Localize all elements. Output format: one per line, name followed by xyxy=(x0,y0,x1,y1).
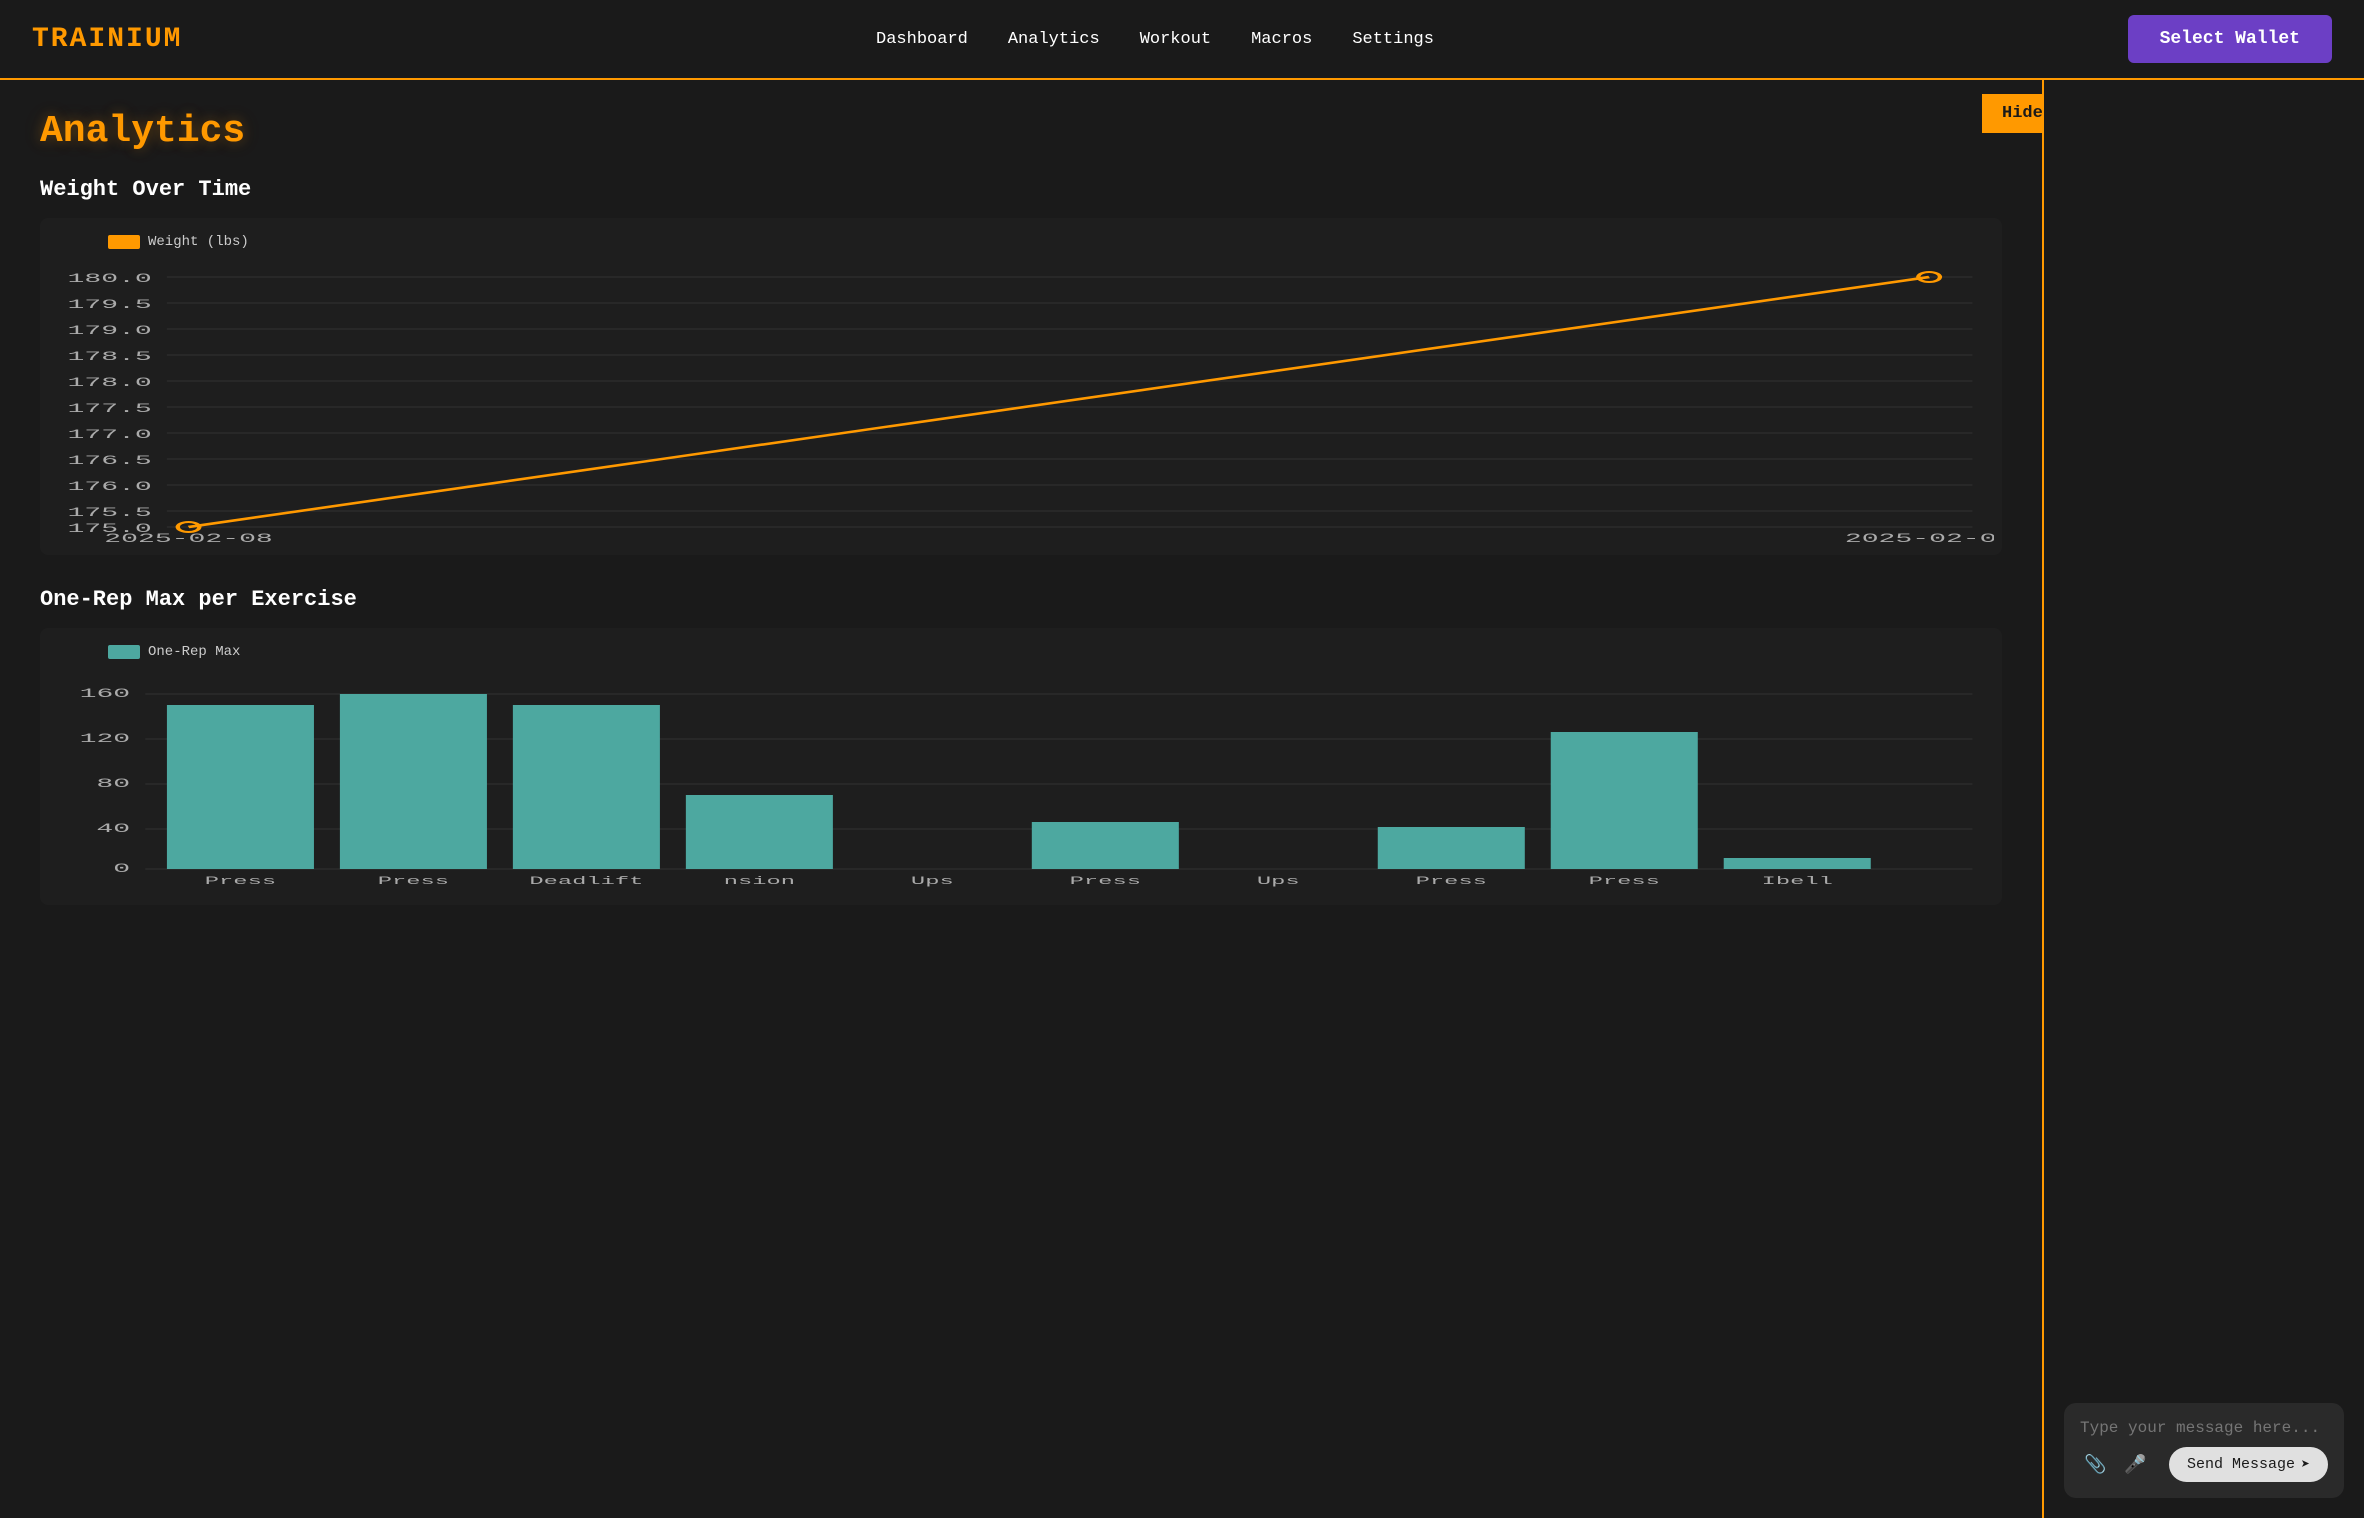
svg-text:Ibell: Ibell xyxy=(1762,875,1833,887)
nav-macros[interactable]: Macros xyxy=(1251,30,1312,49)
svg-text:2025-02-08: 2025-02-08 xyxy=(104,531,273,542)
orm-bar-chart: 160 120 80 40 0 xyxy=(48,672,1994,897)
bar-ibell xyxy=(1724,858,1871,869)
weight-chart-container: Weight (lbs) 180.0 179.5 179.0 178.5 178… xyxy=(40,218,2002,555)
bar-press-6 xyxy=(1032,822,1179,869)
nav-analytics[interactable]: Analytics xyxy=(1008,30,1100,49)
bar-press-2 xyxy=(340,694,487,869)
orm-legend: One-Rep Max xyxy=(48,644,1994,660)
logo: TRAINIUM xyxy=(32,24,182,55)
svg-text:Press: Press xyxy=(1416,875,1487,887)
attachment-icon-button[interactable]: 📎 xyxy=(2080,1450,2110,1479)
svg-text:Ups: Ups xyxy=(911,875,954,887)
weight-legend-box xyxy=(108,235,140,249)
svg-text:176.0: 176.0 xyxy=(68,479,152,494)
orm-chart-container: One-Rep Max 160 120 80 40 0 xyxy=(40,628,2002,905)
svg-text:Press: Press xyxy=(1589,875,1660,887)
svg-text:2025-02-08: 2025-02-08 xyxy=(1845,531,1994,542)
svg-text:160: 160 xyxy=(80,686,131,701)
bar-press-8 xyxy=(1378,827,1525,869)
svg-text:Deadlift: Deadlift xyxy=(529,875,643,887)
bar-press-1 xyxy=(167,705,314,869)
main-content: Analytics Weight Over Time Weight (lbs) … xyxy=(0,80,2042,1518)
send-message-button[interactable]: Send Message ➤ xyxy=(2169,1447,2328,1482)
nav-workout[interactable]: Workout xyxy=(1140,30,1211,49)
orm-legend-box xyxy=(108,645,140,659)
svg-text:178.0: 178.0 xyxy=(68,375,152,390)
svg-text:Press: Press xyxy=(378,875,449,887)
orm-legend-label: One-Rep Max xyxy=(148,644,240,660)
orm-chart-svg: 160 120 80 40 0 xyxy=(48,672,1994,892)
bar-press-9 xyxy=(1551,732,1698,869)
svg-text:178.5: 178.5 xyxy=(68,349,152,364)
svg-text:40: 40 xyxy=(96,821,130,836)
nav: Dashboard Analytics Workout Macros Setti… xyxy=(876,30,1434,49)
svg-text:176.5: 176.5 xyxy=(68,453,152,468)
nav-settings[interactable]: Settings xyxy=(1352,30,1434,49)
svg-text:80: 80 xyxy=(96,776,130,791)
bar-extension xyxy=(686,795,833,869)
chat-actions: 📎 🎤 Send Message ➤ xyxy=(2080,1447,2328,1482)
nav-dashboard[interactable]: Dashboard xyxy=(876,30,968,49)
svg-text:179.5: 179.5 xyxy=(68,297,152,312)
weight-legend: Weight (lbs) xyxy=(48,234,1994,250)
microphone-icon-button[interactable]: 🎤 xyxy=(2120,1450,2150,1479)
orm-section-title: One-Rep Max per Exercise xyxy=(40,587,2002,612)
send-label: Send Message xyxy=(2187,1456,2295,1473)
svg-text:Press: Press xyxy=(1070,875,1141,887)
orm-section: One-Rep Max per Exercise One-Rep Max 160… xyxy=(40,587,2002,905)
svg-text:nsion: nsion xyxy=(724,875,795,887)
svg-text:Press: Press xyxy=(205,875,276,887)
send-arrow-icon: ➤ xyxy=(2301,1455,2310,1474)
chat-panel: 📎 🎤 Send Message ➤ xyxy=(2044,80,2364,1518)
header: TRAINIUM Dashboard Analytics Workout Mac… xyxy=(0,0,2364,80)
weight-chart-svg: 180.0 179.5 179.0 178.5 178.0 177.5 177.… xyxy=(48,262,1994,542)
weight-legend-label: Weight (lbs) xyxy=(148,234,249,250)
bar-deadlift xyxy=(513,705,660,869)
page-title: Analytics xyxy=(40,110,2002,153)
svg-text:179.0: 179.0 xyxy=(68,323,152,338)
select-wallet-button[interactable]: Select Wallet xyxy=(2128,15,2332,63)
chat-input[interactable] xyxy=(2080,1419,2328,1437)
svg-text:180.0: 180.0 xyxy=(68,271,152,286)
svg-text:120: 120 xyxy=(80,731,131,746)
chat-input-area: 📎 🎤 Send Message ➤ xyxy=(2064,1403,2344,1498)
weight-section: Weight Over Time Weight (lbs) 180.0 179.… xyxy=(40,177,2002,555)
svg-text:177.5: 177.5 xyxy=(68,401,152,416)
svg-text:0: 0 xyxy=(113,861,130,876)
svg-text:175.5: 175.5 xyxy=(68,505,152,520)
weight-section-title: Weight Over Time xyxy=(40,177,2002,202)
svg-text:177.0: 177.0 xyxy=(68,427,152,442)
weight-line-chart: 180.0 179.5 179.0 178.5 178.0 177.5 177.… xyxy=(48,262,1994,547)
svg-text:Ups: Ups xyxy=(1257,875,1300,887)
layout: Analytics Weight Over Time Weight (lbs) … xyxy=(0,80,2364,1518)
